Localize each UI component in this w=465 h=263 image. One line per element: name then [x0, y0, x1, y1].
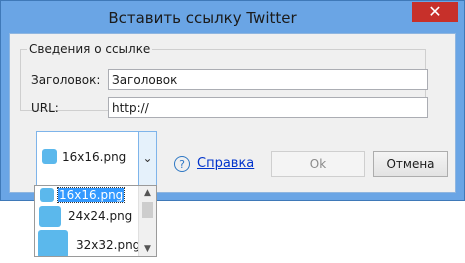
- list-item[interactable]: 24x24.png: [36, 204, 140, 228]
- dialog-client: Сведения о ссылке Заголовок: URL: 16x16.…: [9, 33, 456, 193]
- ok-button[interactable]: Ok: [271, 151, 365, 177]
- twitter-bird-icon: [38, 230, 68, 256]
- help-link[interactable]: Справка: [197, 156, 254, 171]
- chevron-down-icon[interactable]: ⌄: [138, 132, 156, 185]
- url-input[interactable]: [108, 97, 428, 118]
- dialog-window: Вставить ссылку Twitter ✕ Сведения о ссы…: [0, 0, 465, 201]
- icon-select-value: 16x16.png: [62, 150, 127, 164]
- scroll-up-icon[interactable]: ▲: [139, 186, 156, 200]
- list-item-label: 24x24.png: [68, 209, 133, 223]
- icon-select[interactable]: 16x16.png ⌄: [36, 131, 157, 186]
- list-item[interactable]: 32x32.png: [36, 229, 141, 256]
- twitter-bird-icon: [40, 188, 54, 202]
- twitter-bird-icon: [42, 149, 57, 164]
- close-icon: ✕: [428, 2, 442, 21]
- window-title: Вставить ссылку Twitter: [108, 9, 297, 27]
- icon-dropdown-list[interactable]: 16x16.png 24x24.png 32x32.png ▲ ▼: [34, 185, 157, 257]
- group-legend: Сведения о ссылке: [29, 42, 151, 56]
- title-input[interactable]: [108, 69, 428, 90]
- scroll-thumb[interactable]: [142, 202, 153, 218]
- scroll-down-icon[interactable]: ▼: [139, 242, 156, 256]
- title-label: Заголовок:: [31, 73, 101, 87]
- list-item[interactable]: 16x16.png: [36, 187, 140, 204]
- close-button[interactable]: ✕: [412, 2, 458, 22]
- cancel-button[interactable]: Отмена: [373, 151, 448, 177]
- link-info-group: Сведения о ссылке Заголовок: URL:: [20, 42, 428, 118]
- list-item-label: 32x32.png: [76, 238, 141, 252]
- twitter-bird-icon: [39, 206, 61, 227]
- list-item-label: 16x16.png: [56, 187, 126, 203]
- title-bar[interactable]: Вставить ссылку Twitter ✕: [1, 1, 464, 37]
- help-icon[interactable]: ?: [174, 156, 190, 172]
- url-label: URL:: [31, 101, 59, 115]
- scrollbar[interactable]: ▲ ▼: [138, 186, 156, 256]
